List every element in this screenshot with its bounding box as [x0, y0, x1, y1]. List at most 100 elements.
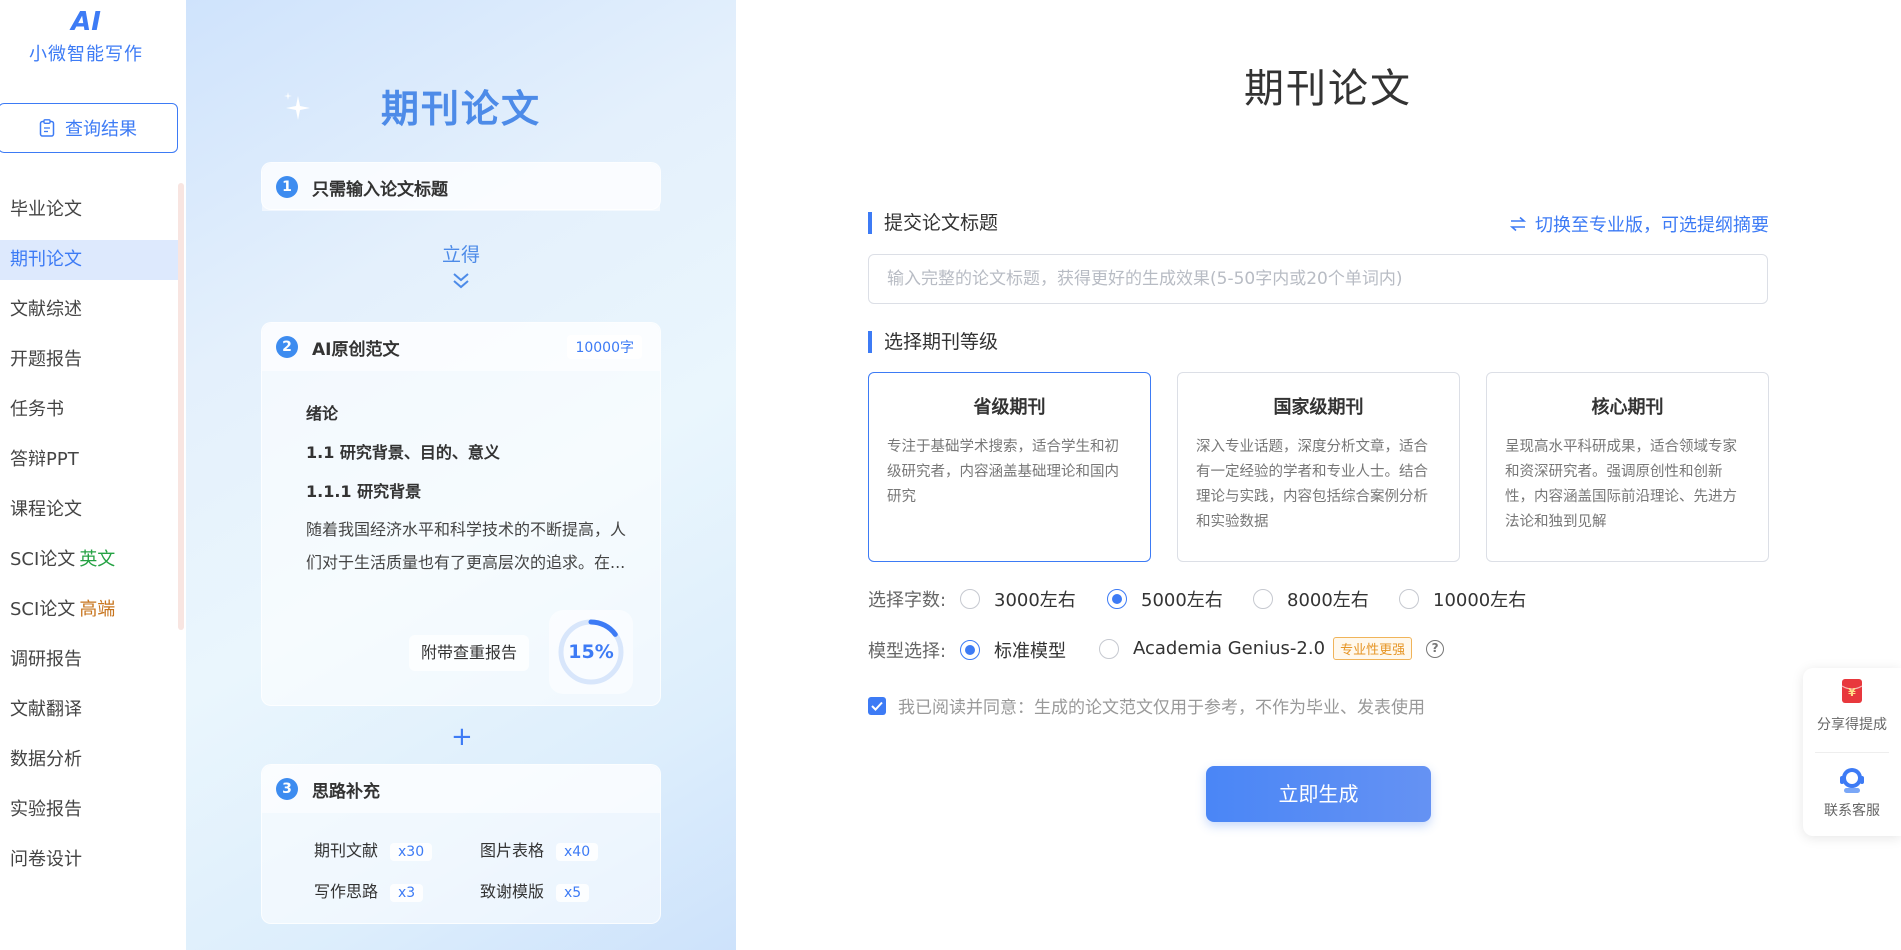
- sidebar-nav: 毕业论文 期刊论文 文献综述 开题报告 任务书 答辩PPT 课程论文 SCI论文…: [0, 190, 180, 890]
- sidebar-item-sci-english[interactable]: SCI论文 英文: [0, 540, 180, 580]
- model-option-academia-genius[interactable]: Academia Genius-2.0 专业性更强?: [1099, 637, 1445, 660]
- outline-heading: 1.1 研究背景、目的、意义: [306, 443, 500, 462]
- sidebar-item-label: 文献翻译: [10, 699, 82, 720]
- plagiarism-report-label: 附带查重报告: [409, 635, 530, 671]
- word-option-8000[interactable]: 8000左右: [1253, 586, 1369, 612]
- query-results-label: 查询结果: [65, 119, 137, 140]
- level-description: 专注于基础学术搜索，适合学生和初级研究者，内容涵盖基础理论和国内研究: [887, 439, 1119, 505]
- sidebar-item-tag: 英文: [79, 549, 116, 570]
- agreement-text: 我已阅读并同意：生成的论文范文仅用于参考，不作为毕业、发表使用: [898, 698, 1425, 718]
- radio-button: [1253, 589, 1273, 609]
- paper-title-input[interactable]: [868, 254, 1768, 304]
- share-commission-button[interactable]: ¥ 分享得提成: [1803, 678, 1901, 734]
- model-option-standard[interactable]: 标准模型: [960, 637, 1066, 663]
- sidebar-item-literature-review[interactable]: 文献综述: [0, 290, 180, 330]
- promo-panel: 期刊论文 1 只需输入论文标题 立得 2 AI原创范文 10000字 绪论 1.…: [186, 0, 736, 950]
- word-option-5000[interactable]: 5000左右: [1107, 586, 1223, 612]
- sidebar-item-research-report[interactable]: 调研报告: [0, 640, 180, 680]
- step-1-card: 1 只需输入论文标题: [261, 162, 661, 211]
- sidebar-item-tag: 高端: [79, 599, 116, 620]
- step-number: 1: [276, 176, 298, 198]
- extra-count: x40: [556, 843, 599, 861]
- sidebar-item-label: 毕业论文: [10, 199, 82, 220]
- extra-label: 期刊文献: [314, 841, 379, 860]
- word-option-3000[interactable]: 3000左右: [960, 586, 1076, 612]
- check-icon: [871, 701, 883, 711]
- extra-label: 写作思路: [314, 882, 379, 901]
- step-1-header: 1 只需输入论文标题: [262, 163, 660, 211]
- sidebar-item-lab-report[interactable]: 实验报告: [0, 790, 180, 830]
- switch-pro-link[interactable]: 切换至专业版，可选提纲摘要: [1509, 211, 1769, 237]
- logo-text: 小微智能写作: [29, 44, 143, 65]
- step-3-header: 3 思路补充: [262, 765, 660, 813]
- radio-button: [1099, 638, 1119, 659]
- progress-text: 15%: [568, 641, 614, 663]
- sidebar-item-defense-ppt[interactable]: 答辩PPT: [0, 440, 180, 480]
- outline-heading: 1.1.1 研究背景: [306, 482, 422, 501]
- extra-item: 致谢模版 x5: [480, 878, 590, 902]
- step-number: 3: [276, 778, 298, 800]
- logo-mark: AI: [71, 7, 101, 37]
- sidebar-item-graduation-thesis[interactable]: 毕业论文: [0, 190, 180, 230]
- level-card-national[interactable]: 国家级期刊 深入专业话题，深度分析文章，适合有一定经验的学者和专业人士。结合理论…: [1177, 372, 1460, 562]
- outline-heading: 绪论: [306, 404, 339, 423]
- level-name: 国家级期刊: [1273, 397, 1364, 418]
- sidebar-item-journal-paper[interactable]: 期刊论文: [0, 240, 180, 280]
- help-icon[interactable]: ?: [1426, 639, 1445, 658]
- sidebar-item-label: 开题报告: [10, 349, 82, 370]
- clipboard-icon: [39, 119, 55, 137]
- sidebar-scrollbar[interactable]: [178, 183, 184, 630]
- double-chevron-down-icon: [453, 273, 469, 289]
- sidebar: AI 小微智能写作 查询结果 毕业论文 期刊论文 文献综述 开题报告 任务书 答…: [0, 0, 186, 950]
- extra-label: 图片表格: [480, 841, 545, 860]
- sidebar-item-label: 数据分析: [10, 749, 82, 770]
- radio-button: [960, 589, 980, 609]
- level-description: 深入专业话题，深度分析文章，适合有一定经验的学者和专业人士。结合理论与实践，内容…: [1196, 439, 1428, 530]
- sidebar-item-literature-translation[interactable]: 文献翻译: [0, 690, 180, 730]
- agreement-checkbox[interactable]: 我已阅读并同意：生成的论文范文仅用于参考，不作为毕业、发表使用: [868, 693, 1425, 718]
- step-1-title: 只需输入论文标题: [312, 179, 448, 200]
- model-tag-badge: 专业性更强: [1333, 637, 1413, 660]
- extra-item: 期刊文献 x30: [314, 837, 433, 861]
- sidebar-item-proposal-report[interactable]: 开题报告: [0, 340, 180, 380]
- extra-count: x30: [390, 843, 433, 861]
- level-section-label: 选择期刊等级: [868, 331, 998, 353]
- customer-service-icon: [1840, 768, 1864, 793]
- radio-label: 5000左右: [1141, 590, 1223, 611]
- level-card-core[interactable]: 核心期刊 呈现高水平科研成果，适合领域专家和资深研究者。强调原创性和创新性，内容…: [1486, 372, 1769, 562]
- sidebar-item-label: 调研报告: [10, 649, 82, 670]
- step-3-title: 思路补充: [312, 781, 380, 802]
- radio-button: [1399, 589, 1419, 609]
- sidebar-item-label: 文献综述: [10, 299, 82, 320]
- sidebar-item-questionnaire-design[interactable]: 问卷设计: [0, 840, 180, 880]
- floating-side-panel: ¥ 分享得提成 联系客服: [1803, 668, 1901, 836]
- word-count-label: 选择字数:: [868, 590, 947, 611]
- word-count-badge: 10000字: [567, 335, 642, 359]
- step-2-title: AI原创范文: [312, 339, 400, 360]
- query-results-button[interactable]: 查询结果: [0, 103, 178, 153]
- radio-label: 标准模型: [994, 641, 1066, 662]
- plagiarism-progress-ring: 15%: [549, 610, 633, 694]
- step-2-header: 2 AI原创范文 10000字: [262, 323, 660, 371]
- level-card-provincial[interactable]: 省级期刊 专注于基础学术搜索，适合学生和初级研究者，内容涵盖基础理论和国内研究: [868, 372, 1151, 562]
- word-option-10000[interactable]: 10000左右: [1399, 586, 1526, 612]
- sidebar-item-task-book[interactable]: 任务书: [0, 390, 180, 430]
- share-label: 分享得提成: [1817, 717, 1887, 733]
- model-label: 模型选择:: [868, 641, 947, 662]
- level-name: 省级期刊: [973, 397, 1046, 418]
- step-number: 2: [276, 336, 298, 358]
- level-description: 呈现高水平科研成果，适合领域专家和资深研究者。强调原创性和创新性，内容涵盖国际前…: [1505, 439, 1737, 530]
- sidebar-item-label: 期刊论文: [10, 249, 82, 270]
- promo-title: 期刊论文: [380, 87, 541, 131]
- checkbox-checked[interactable]: [868, 696, 886, 715]
- service-label: 联系客服: [1824, 803, 1880, 819]
- sidebar-item-sci-pro[interactable]: SCI论文 高端: [0, 590, 180, 630]
- radio-button: [1107, 589, 1127, 609]
- contact-service-button[interactable]: 联系客服: [1803, 766, 1901, 820]
- sidebar-item-course-paper[interactable]: 课程论文: [0, 490, 180, 530]
- plus-icon: +: [451, 722, 473, 752]
- logo[interactable]: AI 小微智能写作: [28, 6, 144, 66]
- generate-button[interactable]: 立即生成: [1206, 766, 1431, 822]
- sidebar-item-data-analysis[interactable]: 数据分析: [0, 740, 180, 780]
- radio-label: 3000左右: [994, 590, 1076, 611]
